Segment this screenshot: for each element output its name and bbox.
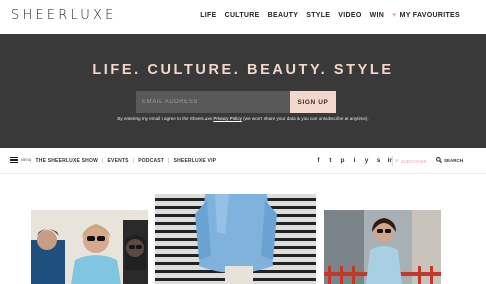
menu-button[interactable]: MENU	[10, 157, 31, 163]
my-favourites-label: MY FAVOURITES	[399, 12, 460, 19]
email-input[interactable]	[136, 91, 290, 113]
youtube-icon[interactable]: y	[363, 157, 370, 164]
secondary-links: | THE SHEERLUXE SHOW | EVENTS | PODCAST …	[30, 158, 217, 164]
envelope-icon: ✉	[395, 158, 399, 163]
my-favourites-link[interactable]: ♥ MY FAVOURITES	[392, 12, 460, 19]
spotify-icon[interactable]: s	[375, 157, 382, 164]
twitter-icon[interactable]: t	[327, 157, 334, 164]
article-image-3[interactable]	[324, 210, 441, 284]
newsletter-hero: LIFE. CULTURE. BEAUTY. STYLE SIGN UP By …	[0, 34, 486, 148]
privacy-disclaimer: By entering my email I agree to the Shee…	[0, 116, 486, 121]
link-sheerluxe-show[interactable]: THE SHEERLUXE SHOW	[36, 158, 99, 164]
site-logo[interactable]: SHEERLUXE	[11, 8, 117, 23]
nav-item-culture[interactable]: CULTURE	[225, 12, 260, 19]
top-header: SHEERLUXE LIFE CULTURE BEAUTY STYLE VIDE…	[0, 0, 486, 34]
article-image-1[interactable]	[31, 210, 148, 284]
article-image-2[interactable]	[155, 194, 316, 284]
disclaimer-text: By entering my email I agree to the Shee…	[117, 116, 214, 121]
street-style-photo-2	[155, 194, 316, 284]
social-links: f t p i y s in	[315, 157, 394, 164]
pinterest-icon[interactable]: p	[339, 157, 346, 164]
privacy-policy-link[interactable]: Privacy Policy	[213, 116, 242, 121]
nav-divider	[392, 156, 393, 166]
link-sheerluxe-vip[interactable]: SHEERLUXE VIP	[174, 158, 217, 164]
nav-item-win[interactable]: WIN	[370, 12, 385, 19]
search-button[interactable]: SEARCH	[436, 157, 463, 163]
street-style-photo-3	[324, 210, 441, 284]
nav-item-life[interactable]: LIFE	[200, 12, 216, 19]
link-podcast[interactable]: PODCAST	[138, 158, 164, 164]
instagram-icon[interactable]: i	[351, 157, 358, 164]
hero-tagline: LIFE. CULTURE. BEAUTY. STYLE	[92, 62, 394, 78]
link-events[interactable]: EVENTS	[108, 158, 129, 164]
sign-up-button[interactable]: SIGN UP	[290, 91, 336, 113]
secondary-nav: MENU | THE SHEERLUXE SHOW | EVENTS | POD…	[0, 148, 486, 174]
subscribe-label: SUBSCRIBE	[400, 158, 427, 164]
heart-icon: ♥	[392, 12, 397, 19]
nav-item-style[interactable]: STYLE	[306, 12, 330, 19]
nav-item-video[interactable]: VIDEO	[338, 12, 361, 19]
subscribe-link[interactable]: ✉ SUBSCRIBE	[395, 158, 427, 164]
search-label: SEARCH	[444, 157, 464, 163]
street-style-photo-1	[31, 210, 148, 284]
disclaimer-text-end: (we won't share your data & you can unsu…	[241, 116, 369, 121]
hamburger-icon	[10, 157, 18, 163]
main-nav: LIFE CULTURE BEAUTY STYLE VIDEO WIN ♥ MY…	[200, 12, 460, 19]
facebook-icon[interactable]: f	[315, 157, 322, 164]
search-icon	[436, 157, 442, 163]
nav-item-beauty[interactable]: BEAUTY	[268, 12, 299, 19]
